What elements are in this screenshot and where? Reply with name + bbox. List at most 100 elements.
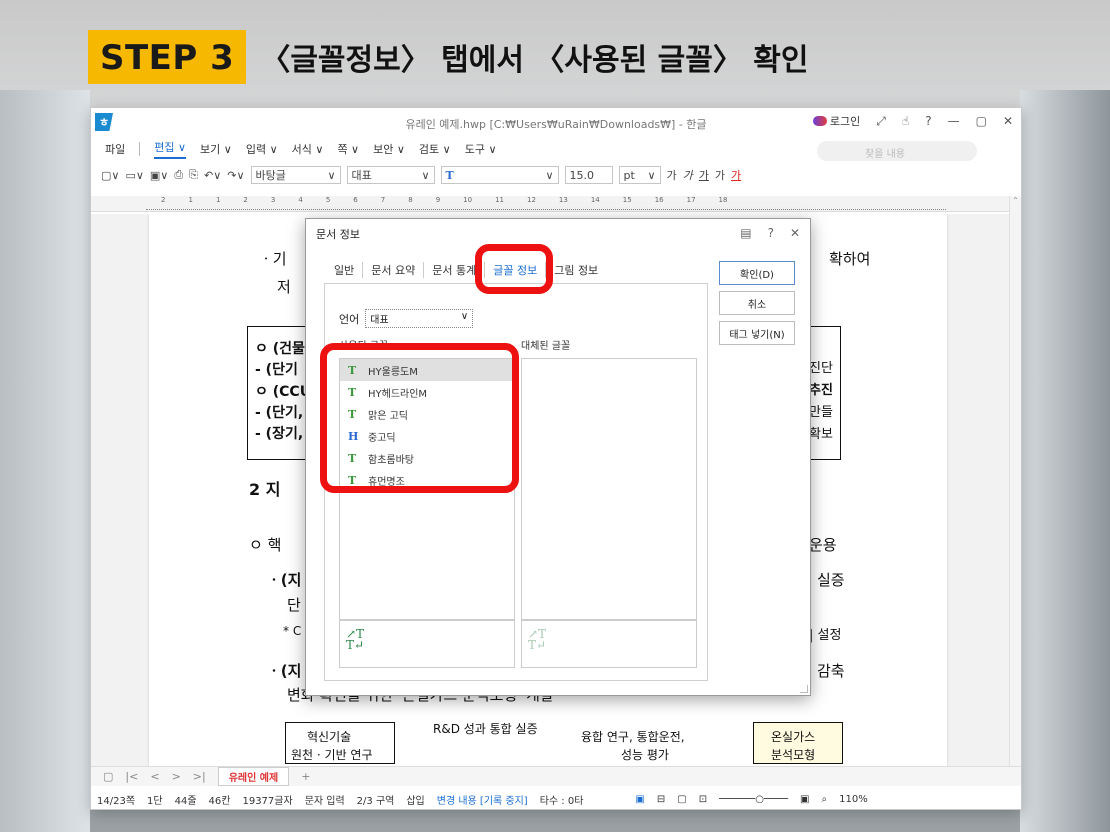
menu-edit[interactable]: 편집 ∨ (154, 139, 187, 159)
dialog-title-controls: ▤ ? ✕ (740, 226, 800, 240)
fullscreen-icon[interactable]: ⤢ (876, 114, 886, 129)
open-folder-icon[interactable]: ▭∨ (125, 169, 143, 182)
doc-line: ㅇ (CCU (255, 384, 312, 400)
doc-line: 만들 (809, 405, 833, 420)
tab-first-icon[interactable]: |< (125, 770, 138, 783)
login-label: 로그인 (829, 115, 861, 128)
step-badge: STEP 3 (88, 30, 247, 84)
zoom-slider[interactable]: ──────○──── (719, 794, 788, 805)
status-insert[interactable]: 삽입 (406, 792, 424, 807)
tab-summary[interactable]: 문서 요약 (363, 262, 425, 278)
ok-button[interactable]: 확인(D) (719, 261, 795, 285)
tab-image-info[interactable]: 그림 정보 (546, 262, 606, 278)
status-zoom[interactable]: 110% (839, 794, 868, 805)
doc-line: 실증 (817, 571, 845, 589)
unit-value: pt (623, 168, 635, 182)
resize-grip-icon[interactable] (800, 685, 808, 693)
dialog-close-icon[interactable]: ✕ (790, 226, 800, 240)
menu-file[interactable]: 파일 (105, 141, 125, 157)
replaced-font-preview: ↗T T↵ (521, 620, 697, 668)
preview-icon[interactable]: ⎘ (189, 168, 198, 182)
chevron-down-icon: ∨ (545, 168, 554, 182)
touch-icon[interactable]: ☝ (902, 114, 909, 128)
status-track-changes[interactable]: 변경 내용 [기록 중지] (437, 792, 528, 807)
search-input[interactable]: 찾을 내용 (817, 141, 977, 161)
tab-nav-icon[interactable]: ▢ (103, 770, 113, 783)
doc-line: 추진 (809, 383, 833, 398)
menu-view[interactable]: 보기 ∨ (200, 141, 232, 157)
underline-button[interactable]: 가 (699, 167, 709, 183)
menu-separator (139, 142, 141, 156)
language-select[interactable]: 대표 ∨ (365, 309, 474, 328)
undo-icon[interactable]: ↶∨ (204, 169, 221, 182)
ruler-tick: 3 (270, 196, 276, 204)
flow-label: 온실가스 (771, 730, 816, 744)
style-select[interactable]: 바탕글 ∨ (250, 166, 341, 184)
doc-line: ㅇ 핵 (249, 536, 282, 554)
zoom-icon[interactable]: ⌕ (822, 794, 828, 805)
close-icon[interactable]: ✕ (1003, 114, 1013, 128)
doc-line: ㆍ(지 (267, 571, 302, 589)
view-normal-icon[interactable]: ▣ (635, 794, 644, 805)
help-icon[interactable]: ? (925, 114, 931, 128)
language-value: 대표 (370, 315, 389, 326)
menu-security[interactable]: 보안 ∨ (373, 141, 405, 157)
menu-format[interactable]: 서식 ∨ (292, 141, 324, 157)
save-icon[interactable]: ▣∨ (150, 169, 168, 182)
ruler-tick: 8 (408, 196, 413, 204)
vertical-scrollbar[interactable]: ⌃ (1009, 196, 1021, 766)
cancel-button[interactable]: 취소 (719, 291, 795, 315)
tab-prev-icon[interactable]: < (150, 770, 159, 783)
redo-icon[interactable]: ↷∨ (227, 169, 244, 182)
document-tab[interactable]: 유레인 예제 (217, 767, 290, 786)
view-page-icon[interactable]: ▢ (677, 794, 686, 805)
unit-select[interactable]: pt ∨ (618, 166, 661, 184)
strikethrough-button[interactable]: 가 (715, 167, 725, 183)
doc-line: 단 (287, 596, 301, 614)
flow-label: R&D 성과 통합 실증 (433, 722, 538, 736)
view-zoom-out-icon[interactable]: ⊡ (699, 794, 707, 805)
size-input[interactable]: 15.0 (564, 166, 613, 184)
flow-label: 성능 평가 (621, 748, 669, 762)
menu-review[interactable]: 검토 ∨ (419, 141, 451, 157)
italic-button[interactable]: 가 (683, 167, 693, 183)
replaced-fonts-list[interactable] (521, 358, 697, 620)
menu-tools[interactable]: 도구 ∨ (465, 141, 497, 157)
maximize-icon[interactable]: ▢ (976, 114, 987, 128)
font-type-icon: T (445, 168, 454, 182)
print-icon[interactable]: ⎙ (174, 168, 183, 182)
insert-tag-button[interactable]: 태그 넣기(N) (719, 321, 795, 345)
dialog-help-icon[interactable]: ? (768, 226, 774, 240)
title-bar: ㅎ 유레인 예제.hwp [C:₩Users₩uRain₩Downloads₩]… (91, 108, 1021, 136)
menu-insert[interactable]: 입력 ∨ (246, 141, 278, 157)
font-replace-icon: ↗T T↵ (346, 627, 365, 652)
status-chars: 19377글자 (242, 795, 293, 807)
minimize-icon[interactable]: — (948, 114, 960, 128)
doc-line: 확보 (809, 427, 833, 442)
status-section: 2/3 구역 (356, 795, 395, 807)
status-tasu: 타수 : 0타 (539, 795, 584, 807)
view-zoom-in-icon[interactable]: ▣ (800, 794, 809, 805)
ruler-tick: 15 (622, 196, 632, 204)
dialog-title: 문서 정보 (316, 228, 360, 241)
status-bar: 14/23쪽 1단 44줄 46칸 19377글자 문자 입력 2/3 구역 삽… (91, 787, 1021, 811)
tab-general[interactable]: 일반 (326, 262, 364, 278)
ruler-tick: 10 (463, 196, 473, 204)
tab-last-icon[interactable]: >| (193, 770, 206, 783)
ruler[interactable]: 2 1 1 2 3 4 5 6 7 8 9 10 11 12 13 14 15 … (91, 196, 1011, 212)
font-select[interactable]: T ∨ (440, 166, 559, 184)
lang-select[interactable]: 대표 ∨ (346, 166, 435, 184)
status-page[interactable]: 14/23쪽 (97, 792, 135, 807)
dialog-menu-icon[interactable]: ▤ (740, 226, 751, 240)
login-button[interactable]: 로그인 (812, 113, 861, 129)
menu-page[interactable]: 쪽 ∨ (337, 141, 359, 157)
tab-next-icon[interactable]: > (172, 770, 181, 783)
add-tab-button[interactable]: + (301, 770, 310, 783)
title-bar-controls: 로그인 ⤢ ☝ ? — ▢ ✕ (812, 113, 1013, 129)
view-width-icon[interactable]: ⊟ (657, 794, 665, 805)
font-color-button[interactable]: 가 (731, 167, 741, 183)
document-tab-bar: ▢ |< < > >| 유레인 예제 + (91, 766, 1021, 786)
bold-button[interactable]: 가 (667, 167, 677, 183)
ruler-tick: 13 (558, 196, 568, 204)
new-doc-icon[interactable]: ▢∨ (101, 169, 119, 182)
